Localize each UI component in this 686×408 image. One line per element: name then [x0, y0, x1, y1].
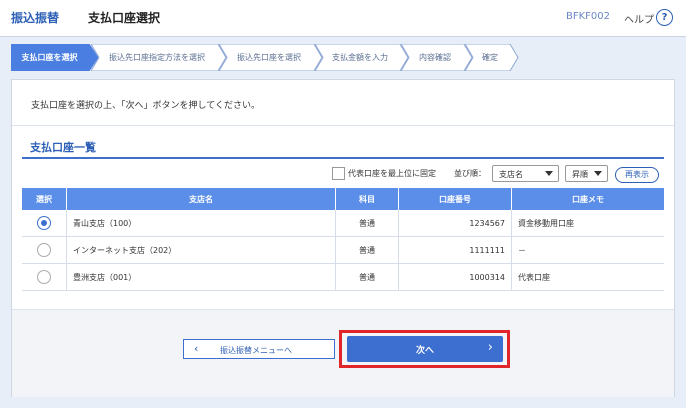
screen-code: BFKF002 — [566, 11, 611, 22]
sort-order-select[interactable]: 昇順 — [565, 165, 608, 182]
chevron-left-icon: ‹ — [194, 342, 199, 355]
account-table: 選択 支店名 科目 口座番号 口座メモ 青山支店（100） 普通 1234567… — [22, 188, 664, 291]
step-label: 支払金額を入力 — [332, 53, 388, 62]
sort-field-select[interactable]: 支店名 — [492, 165, 559, 182]
col-number: 口座番号 — [398, 188, 512, 210]
sort-order-value: 昇順 — [572, 170, 588, 179]
branch-cell: 豊洲支店（001） — [66, 263, 336, 291]
chevron-right-icon: › — [487, 340, 493, 355]
memo-cell: － — [511, 236, 664, 264]
step-label: 内容確認 — [419, 53, 451, 62]
col-select: 選択 — [22, 188, 67, 210]
radio-unselected[interactable] — [37, 243, 51, 257]
chevron-down-icon — [594, 171, 602, 176]
next-button[interactable]: 次へ › — [347, 336, 503, 362]
col-type: 科目 — [335, 188, 399, 210]
step-label: 支払口座を選択 — [21, 53, 78, 62]
col-memo: 口座メモ — [511, 188, 664, 210]
pin-representative-label: 代表口座を最上位に固定 — [348, 169, 436, 178]
help-link[interactable]: ヘルプ — [624, 11, 654, 26]
type-cell: 普通 — [335, 210, 399, 237]
chevron-down-icon — [545, 171, 553, 176]
redisplay-button[interactable]: 再表示 — [615, 167, 659, 183]
instruction-text: 支払口座を選択の上、「次へ」ボタンを押してください。 — [31, 101, 260, 111]
step-label: 確定 — [482, 53, 498, 62]
memo-cell: 代表口座 — [511, 263, 664, 291]
next-button-label: 次へ — [415, 346, 434, 356]
step-5: 内容確認 — [401, 44, 473, 71]
progress-steps: 支払口座を選択 振込先口座指定方法を選択 振込先口座を選択 支払金額を入力 内容… — [11, 44, 675, 71]
sort-field-value: 支店名 — [499, 170, 523, 179]
pin-representative-checkbox[interactable] — [332, 167, 345, 180]
step-3: 振込先口座を選択 — [219, 44, 323, 71]
branch-cell: インターネット支店（202） — [66, 236, 336, 264]
number-cell: 1111111 — [398, 236, 512, 264]
step-label: 振込先口座指定方法を選択 — [109, 53, 205, 62]
step-label: 振込先口座を選択 — [237, 53, 301, 62]
type-cell: 普通 — [335, 263, 399, 291]
title-underline — [22, 157, 664, 159]
radio-unselected[interactable] — [37, 270, 51, 284]
type-cell: 普通 — [335, 236, 399, 264]
step-2: 振込先口座指定方法を選択 — [91, 44, 227, 71]
memo-cell: 資金移動用口座 — [511, 210, 664, 237]
sort-label: 並び順： — [454, 169, 486, 178]
divider — [12, 125, 674, 126]
number-cell: 1234567 — [398, 210, 512, 237]
app-name: 振込振替 — [11, 11, 60, 25]
table-row[interactable]: 青山支店（100） 普通 1234567 資金移動用口座 — [22, 210, 664, 237]
table-row[interactable]: 豊洲支店（001） 普通 1000314 代表口座 — [22, 263, 664, 291]
step-6: 確定 — [465, 44, 519, 71]
button-bar: ‹ 振込振替メニューへ 次へ › — [12, 309, 674, 397]
radio-selected[interactable] — [37, 216, 51, 230]
number-cell: 1000314 — [398, 263, 512, 291]
page-title: 支払口座選択 — [88, 11, 161, 25]
table-row[interactable]: インターネット支店（202） 普通 1111111 － — [22, 236, 664, 264]
back-button-label: 振込振替メニューへ — [220, 346, 292, 355]
col-branch: 支店名 — [66, 188, 336, 210]
branch-cell: 青山支店（100） — [66, 210, 336, 237]
main-panel: 支払口座を選択の上、「次へ」ボタンを押してください。 支払口座一覧 代表口座を最… — [11, 79, 675, 397]
app-header: 振込振替 支払口座選択 BFKF002 ヘルプ ? — [0, 0, 686, 37]
account-list-title: 支払口座一覧 — [30, 141, 96, 154]
step-4: 支払金額を入力 — [315, 44, 409, 71]
step-1: 支払口座を選択 — [11, 44, 98, 71]
help-icon[interactable]: ? — [656, 9, 673, 26]
back-to-menu-button[interactable]: ‹ 振込振替メニューへ — [183, 339, 335, 359]
